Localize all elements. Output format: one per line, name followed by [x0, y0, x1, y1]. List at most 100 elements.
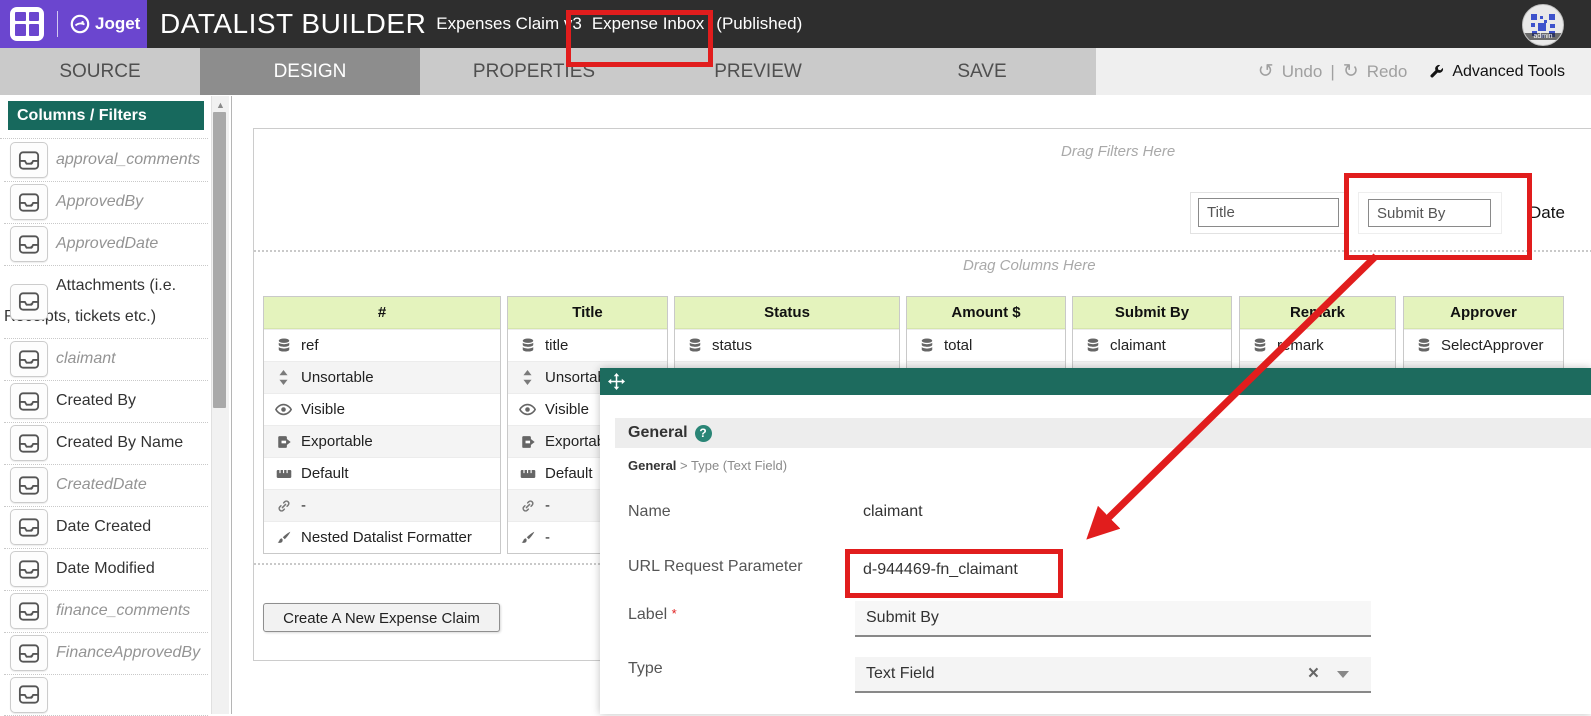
scroll-up-icon[interactable]: ▲: [212, 96, 229, 110]
apps-grid-icon[interactable]: [10, 7, 44, 41]
builder-title: DATALIST BUILDER: [160, 8, 426, 40]
sidebar-item-label: Created By Name: [56, 422, 208, 464]
undo-icon[interactable]: ↺: [1258, 60, 1274, 83]
datalist-column[interactable]: Remarkremark: [1239, 296, 1396, 371]
drawer-icon-button[interactable]: [10, 425, 48, 461]
drawer-icon-button[interactable]: [10, 467, 48, 503]
drawer-icon-button[interactable]: [10, 635, 48, 671]
sidebar-item-label: finance_comments: [56, 590, 208, 632]
drawer-icon-button[interactable]: [10, 284, 48, 320]
drawer-icon: [18, 192, 40, 213]
sidebar-item[interactable]: Created By: [4, 380, 208, 423]
sidebar-item[interactable]: FinanceApprovedBy: [4, 632, 208, 675]
filter-element-title[interactable]: Title: [1190, 192, 1348, 234]
datalist-name: Expense Inbox: [592, 14, 704, 34]
sort-icon: [275, 370, 292, 385]
undo-button[interactable]: Undo: [1282, 62, 1323, 82]
column-header[interactable]: Status: [675, 297, 899, 329]
column-property-row[interactable]: title: [508, 329, 667, 361]
move-icon[interactable]: [608, 373, 625, 390]
column-header[interactable]: Approver: [1404, 297, 1563, 329]
column-property-row[interactable]: total: [907, 329, 1065, 361]
builder-title-line: DATALIST BUILDER Expenses Claim v3 Expen…: [160, 0, 802, 48]
drawer-icon-button[interactable]: [10, 184, 48, 220]
tab-design[interactable]: DESIGN: [200, 48, 420, 95]
sidebar-item[interactable]: approval_comments: [4, 139, 208, 182]
column-property-row[interactable]: Exportable: [264, 425, 500, 457]
sidebar-item[interactable]: CreatedDate: [4, 464, 208, 507]
column-property-row[interactable]: Default: [264, 457, 500, 489]
column-property-label: Default: [301, 465, 349, 482]
database-icon: [920, 338, 934, 353]
avatar[interactable]: admin: [1522, 4, 1564, 46]
tab-preview[interactable]: PREVIEW: [648, 48, 868, 95]
datalist-column[interactable]: Statusstatus: [674, 296, 900, 371]
brush-icon: [275, 531, 292, 545]
app-name: Expenses Claim v3: [436, 14, 582, 34]
sidebar-item[interactable]: ApprovedBy: [4, 181, 208, 224]
sort-icon: [519, 370, 536, 385]
sidebar-item[interactable]: ApprovedDate: [4, 223, 208, 266]
redo-icon[interactable]: ↻: [1343, 60, 1359, 83]
sidebar-item[interactable]: Created By Name: [4, 422, 208, 465]
sidebar-item[interactable]: Attachments (i.e. Receipts, tickets etc.…: [4, 265, 208, 339]
advanced-tools-button[interactable]: Advanced Tools: [1452, 63, 1565, 81]
submit-by-filter-input[interactable]: Submit By: [1368, 199, 1491, 227]
clear-selection-icon[interactable]: ×: [1308, 663, 1319, 685]
dialog-header[interactable]: [600, 368, 1591, 395]
drawer-icon-button[interactable]: [10, 226, 48, 262]
title-filter-input[interactable]: Title: [1198, 198, 1339, 227]
drawer-icon-button[interactable]: [10, 593, 48, 629]
column-header[interactable]: #: [264, 297, 500, 329]
type-field-select[interactable]: Text Field ×: [855, 657, 1371, 693]
column-property-row[interactable]: status: [675, 329, 899, 361]
joget-logo[interactable]: Joget: [70, 14, 140, 34]
wizard-tab-bar: SOURCE DESIGN PROPERTIES PREVIEW SAVE ↺ …: [0, 48, 1591, 95]
tab-source[interactable]: SOURCE: [0, 48, 200, 95]
date-filter-label[interactable]: Date: [1529, 203, 1565, 223]
redo-button[interactable]: Redo: [1367, 62, 1408, 82]
column-property-row[interactable]: remark: [1240, 329, 1395, 361]
drawer-icon-button[interactable]: [10, 509, 48, 545]
column-property-row[interactable]: claimant: [1073, 329, 1231, 361]
help-icon[interactable]: ?: [695, 425, 712, 442]
drawer-icon-button[interactable]: [10, 341, 48, 377]
tab-save[interactable]: SAVE: [868, 48, 1096, 95]
wrench-icon[interactable]: [1429, 64, 1444, 79]
column-header[interactable]: Submit By: [1073, 297, 1231, 329]
sidebar-item[interactable]: finance_comments: [4, 590, 208, 633]
database-icon: [688, 338, 702, 353]
datalist-column[interactable]: Amount $total: [906, 296, 1066, 371]
eye-icon: [275, 403, 292, 416]
datalist-column[interactable]: #refUnsortableVisibleExportable Default -N…: [263, 296, 501, 554]
sidebar-item[interactable]: Date Created: [4, 506, 208, 549]
drawer-icon-button[interactable]: [10, 142, 48, 178]
label-field-input[interactable]: Submit By: [855, 601, 1371, 637]
joget-logo-icon: [70, 14, 90, 34]
filter-element-submit-by[interactable]: Submit By: [1358, 192, 1502, 234]
drawer-icon-button[interactable]: [10, 677, 48, 713]
palette-title: Columns / Filters: [8, 101, 204, 130]
sidebar-item-label: ApprovedBy: [56, 181, 208, 223]
datalist-column[interactable]: Submit Byclaimant: [1072, 296, 1232, 371]
sidebar-item-label: Date Created: [56, 506, 208, 548]
create-new-expense-claim-button[interactable]: Create A New Expense Claim: [263, 603, 500, 632]
sidebar-scrollbar-thumb[interactable]: [213, 112, 226, 408]
sidebar-item[interactable]: Date Modified: [4, 548, 208, 591]
column-header[interactable]: Remark: [1240, 297, 1395, 329]
sidebar-item[interactable]: [4, 674, 208, 716]
tab-properties[interactable]: PROPERTIES: [420, 48, 648, 95]
column-header[interactable]: Title: [508, 297, 667, 329]
drawer-icon-button[interactable]: [10, 551, 48, 587]
column-property-row[interactable]: SelectApprover: [1404, 329, 1563, 361]
column-property-row[interactable]: -: [264, 489, 500, 521]
column-property-row[interactable]: Nested Datalist Formatter: [264, 521, 500, 553]
chevron-down-icon[interactable]: [1337, 671, 1349, 678]
drawer-icon-button[interactable]: [10, 383, 48, 419]
datalist-column[interactable]: ApproverSelectApprover: [1403, 296, 1564, 371]
sidebar-item[interactable]: claimant: [4, 338, 208, 381]
column-property-row[interactable]: ref: [264, 329, 500, 361]
column-property-row[interactable]: Unsortable: [264, 361, 500, 393]
column-property-row[interactable]: Visible: [264, 393, 500, 425]
column-header[interactable]: Amount $: [907, 297, 1065, 329]
